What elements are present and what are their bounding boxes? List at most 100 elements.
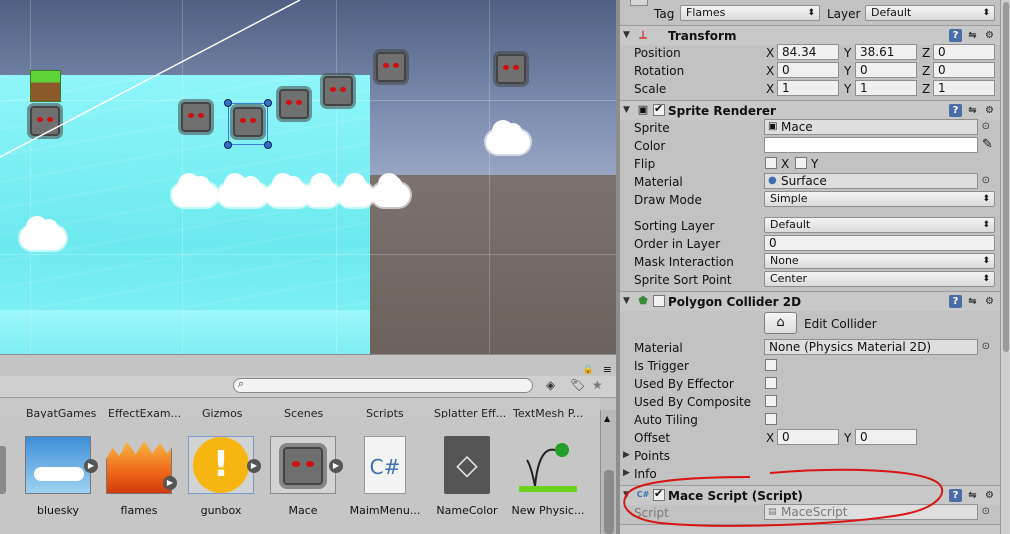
position-y-field[interactable]: 38.61 bbox=[855, 44, 917, 60]
points-row[interactable]: ▶ Points bbox=[620, 447, 1000, 465]
scrollbar-thumb[interactable] bbox=[1003, 2, 1009, 352]
component-enabled-checkbox[interactable] bbox=[653, 295, 665, 307]
used-by-effector-checkbox[interactable] bbox=[765, 377, 777, 389]
preset-icon[interactable]: ⇋ bbox=[966, 295, 979, 308]
axis-x-label: X bbox=[766, 82, 775, 96]
gear-icon[interactable]: ⚙ bbox=[983, 295, 996, 308]
rotation-x-field[interactable]: 0 bbox=[777, 62, 839, 78]
scale-x-field[interactable]: 1 bbox=[777, 80, 839, 96]
fold-arrow-icon[interactable]: ▶ bbox=[623, 450, 630, 460]
inspector-scrollbar[interactable] bbox=[1000, 0, 1010, 534]
object-picker-icon[interactable]: ⊙ bbox=[982, 121, 990, 132]
preset-icon[interactable]: ⇋ bbox=[966, 489, 979, 502]
scale-z-field[interactable]: 1 bbox=[933, 80, 995, 96]
flip-x-checkbox[interactable] bbox=[765, 157, 777, 169]
gunbox-sprite-icon: ! ▶ bbox=[188, 436, 261, 494]
play-icon[interactable]: ▶ bbox=[163, 476, 177, 490]
draw-mode-dropdown[interactable]: Simple ⬍ bbox=[764, 191, 995, 207]
favorite-star-icon[interactable]: ★ bbox=[592, 378, 603, 392]
gear-icon[interactable]: ⚙ bbox=[983, 104, 996, 117]
layer-value: Default bbox=[871, 6, 912, 19]
collider-material-row: Material None (Physics Material 2D) ⊙ bbox=[620, 339, 1000, 357]
sprite-sort-point-dropdown[interactable]: Center ⬍ bbox=[764, 271, 995, 287]
material-field[interactable]: ● Surface bbox=[764, 173, 978, 189]
scroll-up-icon[interactable]: ▲ bbox=[604, 414, 610, 423]
offset-y-field[interactable]: 0 bbox=[855, 429, 917, 445]
tag-dropdown[interactable]: Flames ⬍ bbox=[680, 5, 820, 21]
sprite-value: Mace bbox=[781, 120, 813, 134]
chevron-down-icon: ⬍ bbox=[982, 8, 990, 18]
order-in-layer-field[interactable]: 0 bbox=[764, 235, 995, 251]
physics-material-icon bbox=[515, 436, 581, 494]
flip-y-checkbox[interactable] bbox=[795, 157, 807, 169]
component-title: Polygon Collider 2D bbox=[668, 295, 802, 309]
position-x-field[interactable]: 84.34 bbox=[777, 44, 839, 60]
collider-material-field[interactable]: None (Physics Material 2D) bbox=[764, 339, 978, 355]
filter-by-type-icon[interactable]: ◈ bbox=[546, 378, 555, 392]
sorting-layer-dropdown[interactable]: Default ⬍ bbox=[764, 217, 995, 233]
asset-item[interactable]: ! ▶ gunbox bbox=[181, 436, 261, 517]
help-icon[interactable]: ? bbox=[949, 489, 962, 502]
mask-interaction-row: Mask Interaction None ⬍ bbox=[620, 253, 1000, 271]
play-icon[interactable]: ▶ bbox=[84, 459, 98, 473]
preset-icon[interactable]: ⇋ bbox=[966, 29, 979, 42]
play-icon[interactable]: ▶ bbox=[329, 459, 343, 473]
offset-x-field[interactable]: 0 bbox=[777, 429, 839, 445]
auto-tiling-checkbox[interactable] bbox=[765, 413, 777, 425]
fold-arrow-icon[interactable]: ▼ bbox=[623, 105, 630, 115]
play-icon[interactable]: ▶ bbox=[247, 459, 261, 473]
polygon-collider-header[interactable]: ▼ ⬟ Polygon Collider 2D ? ⇋ ⚙ bbox=[620, 291, 1000, 311]
scale-y-field[interactable]: 1 bbox=[855, 80, 917, 96]
layer-dropdown[interactable]: Default ⬍ bbox=[865, 5, 995, 21]
lock-icon[interactable]: 🔒 bbox=[583, 365, 594, 375]
eyedropper-icon[interactable]: ✎ bbox=[982, 137, 993, 152]
gear-icon[interactable]: ⚙ bbox=[983, 489, 996, 502]
preset-icon[interactable]: ⇋ bbox=[966, 104, 979, 117]
object-picker-icon[interactable]: ⊙ bbox=[982, 341, 990, 352]
scrollbar-thumb[interactable] bbox=[604, 470, 614, 534]
sprite-renderer-header[interactable]: ▼ ▣ Sprite Renderer ? ⇋ ⚙ bbox=[620, 100, 1000, 120]
assets-scrollbar[interactable]: ▲ bbox=[600, 410, 616, 534]
layer-label: Layer bbox=[827, 7, 861, 21]
help-icon[interactable]: ? bbox=[949, 29, 962, 42]
mask-interaction-dropdown[interactable]: None ⬍ bbox=[764, 253, 995, 269]
panel-menu-icon[interactable]: ≡ bbox=[603, 363, 612, 376]
transform-header[interactable]: ▼ ⟂ Transform ? ⇋ ⚙ bbox=[620, 25, 1000, 45]
sprite-sort-point-row: Sprite Sort Point Center ⬍ bbox=[620, 271, 1000, 289]
object-picker-icon: ⊙ bbox=[981, 506, 990, 517]
color-swatch[interactable] bbox=[764, 137, 978, 153]
axis-y-label: Y bbox=[844, 82, 852, 96]
component-enabled-checkbox[interactable] bbox=[653, 102, 665, 116]
asset-item[interactable]: ▶ bluesky bbox=[18, 436, 98, 517]
object-picker-icon[interactable]: ⊙ bbox=[982, 175, 990, 186]
fold-arrow-icon[interactable]: ▼ bbox=[623, 30, 630, 40]
is-trigger-checkbox[interactable] bbox=[765, 359, 777, 371]
chevron-down-icon: ⬍ bbox=[982, 256, 990, 266]
axis-y-label: Y bbox=[844, 431, 852, 445]
asset-partial[interactable] bbox=[0, 446, 6, 494]
sprite-field[interactable]: ▣ Mace bbox=[764, 119, 978, 135]
asset-item[interactable]: C# MaimMenu... bbox=[345, 436, 425, 517]
scene-view[interactable] bbox=[0, 0, 616, 354]
help-icon[interactable]: ? bbox=[949, 295, 962, 308]
rotation-z-field[interactable]: 0 bbox=[933, 62, 995, 78]
fold-arrow-icon[interactable]: ▼ bbox=[623, 296, 630, 306]
axis-z-label: Z bbox=[922, 82, 931, 96]
asset-item[interactable]: ◇ NameColor bbox=[427, 436, 507, 517]
help-icon[interactable]: ? bbox=[949, 104, 962, 117]
filter-by-label-icon[interactable]: 🏷 bbox=[570, 378, 585, 392]
camera-bounds-line bbox=[0, 0, 301, 158]
edit-collider-button[interactable]: ⌂ bbox=[764, 312, 797, 334]
position-row: Position X 84.34 Y 38.61 Z 0 bbox=[620, 44, 1000, 62]
rotation-y-field[interactable]: 0 bbox=[855, 62, 917, 78]
used-by-effector-row: Used By Effector bbox=[620, 375, 1000, 393]
asset-item[interactable]: New Physic... bbox=[508, 436, 588, 517]
gear-icon[interactable]: ⚙ bbox=[983, 29, 996, 42]
used-by-composite-checkbox[interactable] bbox=[765, 395, 777, 407]
position-z-field[interactable]: 0 bbox=[933, 44, 995, 60]
color-label: Color bbox=[634, 139, 666, 153]
asset-item[interactable]: ▶ Mace bbox=[263, 436, 343, 517]
sprite-sort-point-value: Center bbox=[770, 272, 808, 285]
asset-item[interactable]: ▶ flames bbox=[99, 436, 179, 517]
project-search-input[interactable]: ⌕ bbox=[233, 377, 533, 393]
